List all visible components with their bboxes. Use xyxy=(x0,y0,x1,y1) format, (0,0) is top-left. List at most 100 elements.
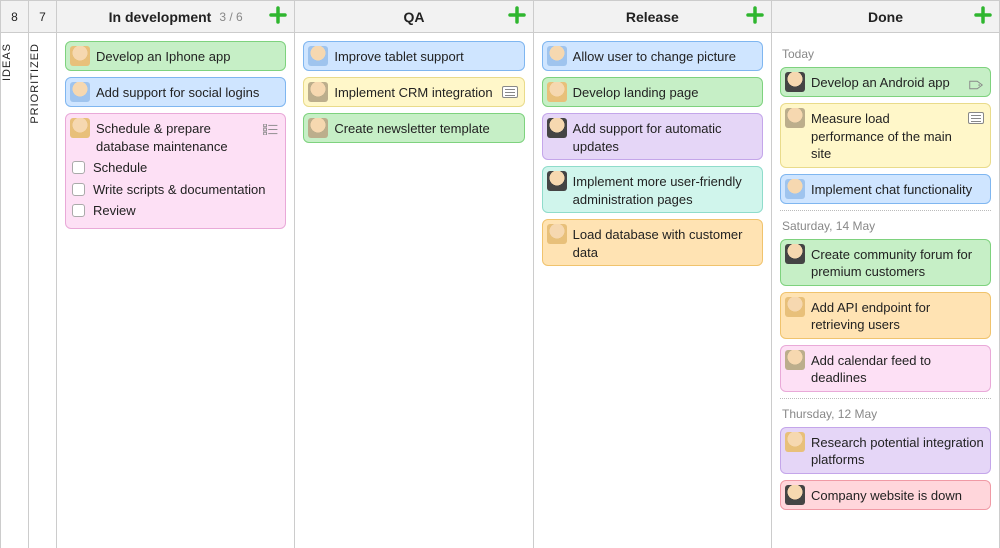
assignee-avatar xyxy=(547,171,567,191)
task-card[interactable]: Implement CRM integration xyxy=(303,77,524,107)
task-title: Develop landing page xyxy=(573,82,756,102)
task-title: Add support for social logins xyxy=(96,82,279,102)
lane-qa-title: QA xyxy=(403,9,424,25)
task-title: Add API endpoint for retrieving users xyxy=(811,297,984,334)
done-group-date: Saturday, 14 May xyxy=(782,219,989,233)
lane-prioritized-label: PRIORITIZED xyxy=(29,43,56,124)
lane-release-header: Release xyxy=(534,1,771,33)
assignee-avatar xyxy=(547,224,567,244)
assignee-avatar xyxy=(308,82,328,102)
task-card[interactable]: Create community forum for premium custo… xyxy=(780,239,991,286)
subtask-label: Review xyxy=(93,202,136,220)
task-card[interactable]: Load database with customer data xyxy=(542,219,763,266)
tag-icon xyxy=(968,77,984,87)
task-card[interactable]: Allow user to change picture xyxy=(542,41,763,71)
task-card[interactable]: Schedule & prepare database maintenance S… xyxy=(65,113,286,229)
lane-ideas-count: 8 xyxy=(1,1,28,33)
lane-ideas-body: IDEAS xyxy=(1,33,28,548)
subtask-item[interactable]: Schedule xyxy=(72,159,279,177)
subtask-item[interactable]: Review xyxy=(72,202,279,220)
lane-prioritized-count-value: 7 xyxy=(39,10,46,24)
tag-icon xyxy=(968,80,984,90)
checklist-icon xyxy=(263,122,279,140)
task-title: Allow user to change picture xyxy=(573,46,756,66)
assignee-avatar xyxy=(70,46,90,66)
done-group-date: Thursday, 12 May xyxy=(782,407,989,421)
lane-prioritized-body: PRIORITIZED xyxy=(29,33,56,548)
task-card[interactable]: Research potential integration platforms xyxy=(780,427,991,474)
task-title: Create community forum for premium custo… xyxy=(811,244,984,281)
kanban-board: 8 IDEAS 7 PRIORITIZED In development 3 /… xyxy=(0,0,1000,548)
add-card-button[interactable] xyxy=(745,5,765,25)
task-title: Implement more user-friendly administrat… xyxy=(573,171,756,208)
task-title: Create newsletter template xyxy=(334,118,517,138)
task-card[interactable]: Develop an Iphone app xyxy=(65,41,286,71)
task-card[interactable]: Add support for automatic updates xyxy=(542,113,763,160)
lane-release-body: Allow user to change picture Develop land… xyxy=(534,33,771,548)
task-title: Add calendar feed to deadlines xyxy=(811,350,984,387)
lane-qa-header: QA xyxy=(295,1,532,33)
lane-release: Release Allow user to change picture Deve… xyxy=(534,1,772,548)
task-title: Research potential integration platforms xyxy=(811,432,984,469)
lane-prioritized-count: 7 xyxy=(29,1,56,33)
task-title: Schedule & prepare database maintenance xyxy=(96,118,259,155)
task-title: Implement CRM integration xyxy=(334,82,497,102)
assignee-avatar xyxy=(308,118,328,138)
task-card[interactable]: Create newsletter template xyxy=(303,113,524,143)
assignee-avatar xyxy=(785,244,805,264)
lane-prioritized-collapsed[interactable]: 7 PRIORITIZED xyxy=(29,1,57,548)
lane-ideas-collapsed[interactable]: 8 IDEAS xyxy=(1,1,29,548)
lane-in-development-title: In development xyxy=(109,9,212,25)
task-title: Load database with customer data xyxy=(573,224,756,261)
plus-icon xyxy=(268,5,288,25)
lane-in-development: In development 3 / 6 Develop an Iphone a… xyxy=(57,1,295,548)
subtask-list: Schedule Write scripts & documentation Rev… xyxy=(70,159,279,220)
assignee-avatar xyxy=(785,432,805,452)
task-card[interactable]: Improve tablet support xyxy=(303,41,524,71)
lane-qa-body: Improve tablet support Implement CRM inte… xyxy=(295,33,532,548)
note-icon xyxy=(968,112,984,124)
add-card-button[interactable] xyxy=(268,5,288,25)
lane-release-title: Release xyxy=(626,9,679,25)
add-card-button[interactable] xyxy=(973,5,993,25)
assignee-avatar xyxy=(547,82,567,102)
task-title: Add support for automatic updates xyxy=(573,118,756,155)
lane-done: Done TodayDevelop an Android appMeasure … xyxy=(772,1,1000,548)
plus-icon xyxy=(973,5,993,25)
task-card[interactable]: Implement more user-friendly administrat… xyxy=(542,166,763,213)
assignee-avatar xyxy=(547,46,567,66)
task-title: Implement chat functionality xyxy=(811,179,984,199)
task-card[interactable]: Add calendar feed to deadlines xyxy=(780,345,991,392)
note-icon xyxy=(502,86,518,98)
task-card[interactable]: Develop an Android app xyxy=(780,67,991,97)
subtask-item[interactable]: Write scripts & documentation xyxy=(72,181,279,199)
lane-qa: QA Improve tablet support Implement CRM i… xyxy=(295,1,533,548)
plus-icon xyxy=(745,5,765,25)
subtask-label: Schedule xyxy=(93,159,147,177)
add-card-button[interactable] xyxy=(507,5,527,25)
subtask-checkbox[interactable] xyxy=(72,204,85,217)
assignee-avatar xyxy=(785,179,805,199)
assignee-avatar xyxy=(70,82,90,102)
task-title: Develop an Iphone app xyxy=(96,46,279,66)
lane-ideas-count-value: 8 xyxy=(11,10,18,24)
task-card[interactable]: Implement chat functionality xyxy=(780,174,991,204)
task-card[interactable]: Company website is down xyxy=(780,480,991,510)
assignee-avatar xyxy=(785,72,805,92)
task-card[interactable]: Add API endpoint for retrieving users xyxy=(780,292,991,339)
task-card[interactable]: Develop landing page xyxy=(542,77,763,107)
task-title: Measure load performance of the main sit… xyxy=(811,108,964,163)
assignee-avatar xyxy=(70,118,90,138)
lane-done-title: Done xyxy=(868,9,903,25)
assignee-avatar xyxy=(785,485,805,505)
task-card[interactable]: Add support for social logins xyxy=(65,77,286,107)
subtask-checkbox[interactable] xyxy=(72,183,85,196)
assignee-avatar xyxy=(785,297,805,317)
assignee-avatar xyxy=(785,350,805,370)
lane-done-header: Done xyxy=(772,1,999,33)
subtask-checkbox[interactable] xyxy=(72,161,85,174)
group-divider xyxy=(780,210,991,211)
task-card[interactable]: Measure load performance of the main sit… xyxy=(780,103,991,168)
assignee-avatar xyxy=(547,118,567,138)
subtask-label: Write scripts & documentation xyxy=(93,181,265,199)
